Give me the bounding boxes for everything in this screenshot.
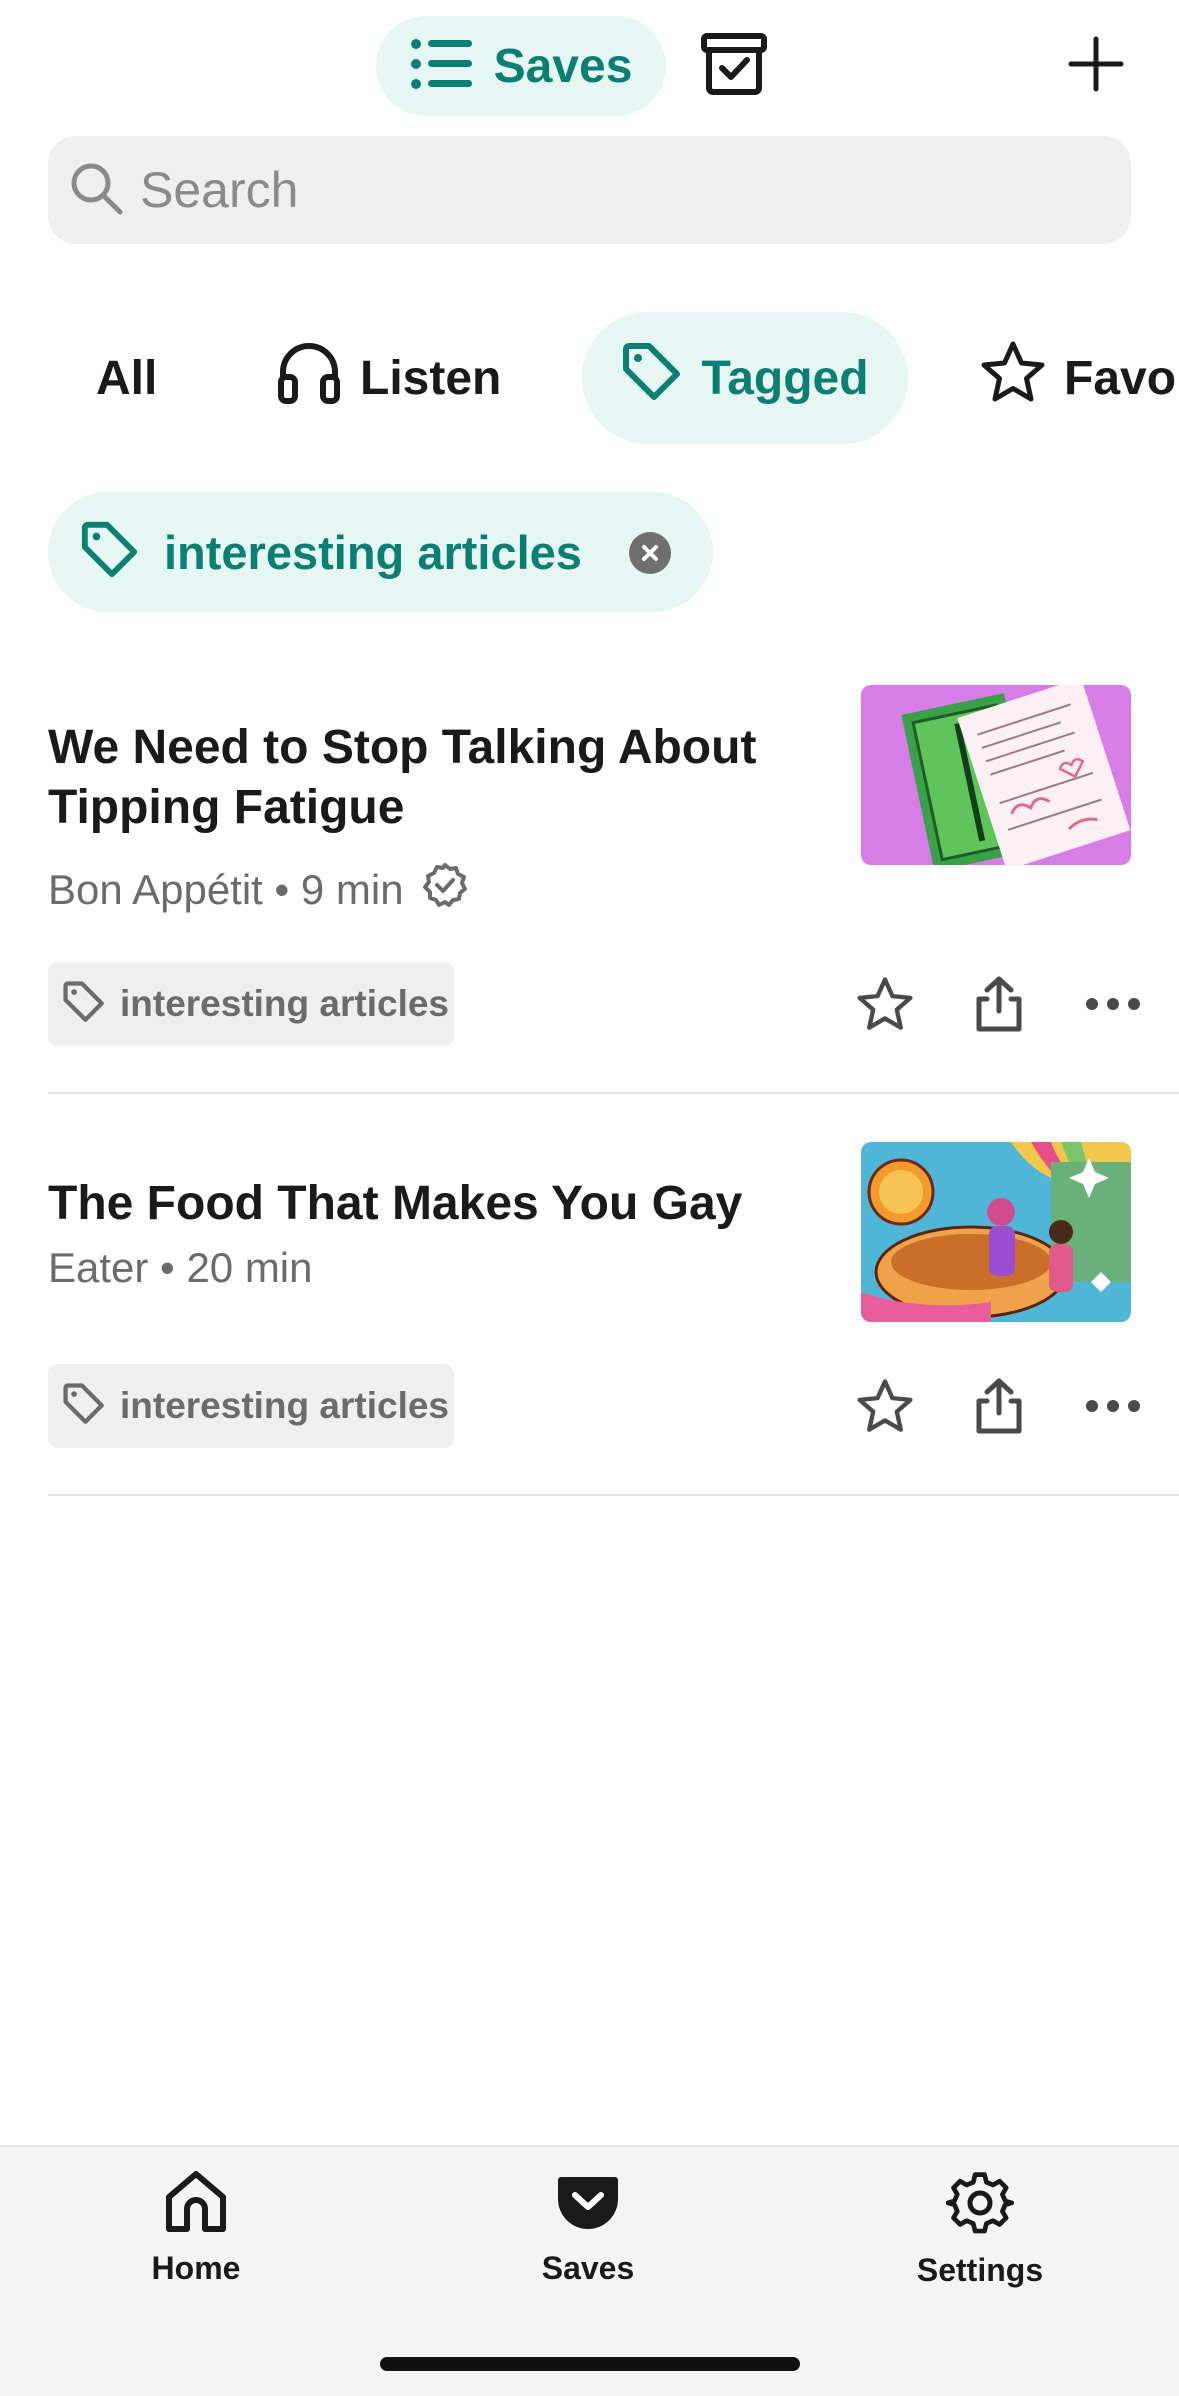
home-indicator: [380, 2357, 800, 2371]
nav-saves-label: Saves: [541, 2250, 635, 2286]
more-options-button[interactable]: [1056, 962, 1170, 1046]
filter-all[interactable]: All: [96, 312, 157, 444]
star-icon: [980, 340, 1046, 416]
nav-home[interactable]: Home: [96, 2169, 296, 2287]
share-button[interactable]: [942, 962, 1056, 1046]
article-actions: [828, 1364, 1170, 1448]
search-icon: [68, 160, 124, 221]
article-card[interactable]: We Need to Stop Talking About Tipping Fa…: [48, 670, 1179, 1094]
plus-icon: [1068, 36, 1124, 97]
search-placeholder: Search: [140, 162, 299, 218]
list-icon: [410, 38, 474, 95]
active-tag-label: interesting articles: [164, 525, 582, 579]
filter-listen-label: Listen: [360, 351, 502, 405]
more-icon: [1086, 998, 1140, 1010]
headphones-icon: [276, 339, 342, 417]
archive-icon: [700, 32, 768, 101]
article-title[interactable]: The Food That Makes You Gay: [48, 1174, 808, 1234]
more-icon: [1086, 1400, 1140, 1412]
star-icon: [857, 1379, 913, 1432]
article-thumbnail: [861, 1142, 1131, 1322]
share-button[interactable]: [942, 1364, 1056, 1448]
tag-icon: [62, 1382, 106, 1431]
saves-toggle-button[interactable]: Saves: [376, 16, 666, 116]
add-button[interactable]: [1060, 30, 1132, 102]
article-tag-chip[interactable]: interesting articles: [48, 962, 454, 1046]
article-tag-label: interesting articles: [120, 983, 450, 1024]
search-bar[interactable]: Search: [48, 136, 1131, 244]
article-source: Bon Appétit • 9 min: [48, 866, 404, 913]
nav-settings[interactable]: Settings: [880, 2169, 1080, 2289]
share-icon: [976, 1378, 1022, 1434]
article-thumbnail: [861, 685, 1131, 865]
pocket-icon: [555, 2169, 621, 2240]
gear-icon: [945, 2169, 1015, 2242]
top-bar: Saves: [0, 0, 1179, 130]
filter-tagged[interactable]: Tagged: [582, 312, 908, 444]
tag-icon: [621, 341, 683, 415]
archive-button[interactable]: [698, 30, 770, 102]
tag-icon: [62, 980, 106, 1029]
filter-favorites[interactable]: Favo: [980, 312, 1176, 444]
nav-settings-label: Settings: [916, 2252, 1044, 2288]
close-icon: [642, 545, 658, 561]
article-meta: Bon Appétit • 9 min: [48, 862, 468, 918]
more-options-button[interactable]: [1056, 1364, 1170, 1448]
article-meta: Eater • 20 min: [48, 1244, 313, 1292]
home-icon: [163, 2169, 229, 2240]
filter-all-label: All: [96, 351, 158, 405]
nav-saves[interactable]: Saves: [488, 2169, 688, 2287]
filter-tabs: All Listen Tagged Favo: [0, 312, 1179, 444]
favorite-button[interactable]: [828, 962, 942, 1046]
article-title[interactable]: We Need to Stop Talking About Tipping Fa…: [48, 718, 808, 838]
article-card[interactable]: The Food That Makes You Gay Eater • 20 m…: [48, 1094, 1179, 1496]
active-tag-filter[interactable]: interesting articles: [48, 492, 713, 612]
article-tag-label: interesting articles: [120, 1385, 450, 1426]
article-actions: [828, 962, 1170, 1046]
nav-home-label: Home: [151, 2250, 241, 2286]
article-tag-chip[interactable]: interesting articles: [48, 1364, 454, 1448]
saves-toggle-label: Saves: [493, 39, 633, 93]
favorite-button[interactable]: [828, 1364, 942, 1448]
filter-tagged-label: Tagged: [701, 351, 869, 405]
verified-badge-icon: [422, 862, 468, 918]
star-icon: [857, 977, 913, 1030]
tag-icon: [80, 520, 140, 585]
filter-listen[interactable]: Listen: [276, 312, 501, 444]
article-source: Eater • 20 min: [48, 1244, 313, 1291]
clear-tag-button[interactable]: [629, 532, 671, 574]
filter-favorites-label: Favo: [1064, 351, 1177, 405]
share-icon: [976, 976, 1022, 1032]
